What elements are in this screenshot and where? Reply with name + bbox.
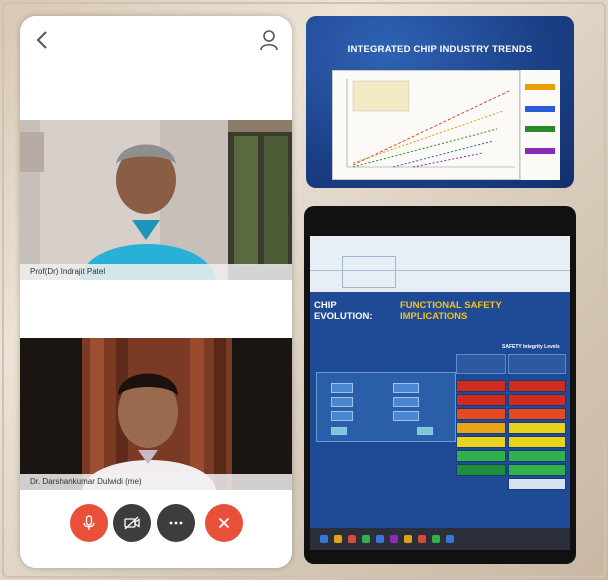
- tile-spacer: [20, 280, 292, 338]
- taskbar: [310, 528, 570, 550]
- sil-table: [456, 354, 570, 506]
- sil-cell: [508, 380, 566, 392]
- call-header: [20, 16, 292, 120]
- participant-1-video: [20, 120, 292, 280]
- diagram-block: [331, 427, 347, 435]
- diagram-block: [393, 397, 419, 407]
- sil-table-caption: SAFETY Integrity Levels: [502, 344, 560, 350]
- sil-cell: [456, 464, 506, 476]
- trend-chart-graphic: [346, 79, 515, 168]
- sil-cell: [456, 380, 506, 392]
- slide-title-part-2: FUNCTIONAL SAFETY IMPLICATIONS: [400, 300, 502, 322]
- video-tile-participant-2[interactable]: Dr. Darshankumar Dulwidi (me): [20, 338, 292, 490]
- trend-chart-legend: [520, 70, 560, 180]
- diagram-block: [331, 411, 353, 421]
- slide-title: INTEGRATED CHIP INDUSTRY TRENDS: [347, 44, 533, 55]
- participant-2-video: [20, 338, 292, 490]
- sil-cell: [456, 422, 506, 434]
- trend-chart-image: [332, 70, 520, 180]
- video-tile-participant-1[interactable]: Prof(Dr) Indrajit Patel: [20, 120, 292, 280]
- sil-cell: [508, 408, 566, 420]
- diagram-block: [331, 383, 353, 393]
- camera-icon: [124, 516, 140, 530]
- sil-col-header: [508, 354, 566, 374]
- sil-cell: [456, 436, 506, 448]
- diagram-block: [393, 383, 419, 393]
- diagram-block: [417, 427, 433, 435]
- sil-cell: [508, 450, 566, 462]
- participants-icon[interactable]: [258, 28, 280, 52]
- video-call-panel: Prof(Dr) Indrajit Patel Dr. Darshankumar…: [20, 16, 292, 568]
- sil-cell: [508, 436, 566, 448]
- sil-cell: [456, 450, 506, 462]
- system-diagram: [316, 372, 456, 442]
- taskbar-app-icon[interactable]: [404, 535, 412, 543]
- sil-cell: [508, 422, 566, 434]
- tablet-device: CHIP EVOLUTION: FUNCTIONAL SAFETY IMPLIC…: [304, 206, 576, 564]
- microphone-icon: [83, 515, 95, 530]
- taskbar-app-icon[interactable]: [334, 535, 342, 543]
- sil-col-header: [456, 354, 506, 374]
- close-icon: [218, 517, 230, 529]
- slide-chip-evolution: CHIP EVOLUTION: FUNCTIONAL SAFETY IMPLIC…: [310, 236, 570, 528]
- microphone-button[interactable]: [70, 504, 108, 542]
- more-horizontal-icon: [169, 521, 183, 525]
- call-controls: [20, 490, 292, 568]
- previous-slide-strip: [310, 236, 570, 292]
- taskbar-app-icon[interactable]: [348, 535, 356, 543]
- back-arrow-icon[interactable]: [32, 28, 52, 52]
- taskbar-app-icon[interactable]: [432, 535, 440, 543]
- sil-cell: [456, 394, 506, 406]
- end-call-button[interactable]: [205, 504, 243, 542]
- taskbar-app-icon[interactable]: [418, 535, 426, 543]
- more-options-button[interactable]: [157, 504, 195, 542]
- legend-graphic: [525, 84, 555, 154]
- slide-title-row: CHIP EVOLUTION: FUNCTIONAL SAFETY IMPLIC…: [310, 298, 570, 324]
- taskbar-app-icon[interactable]: [446, 535, 454, 543]
- strip-box: [342, 256, 396, 288]
- sil-cell: [508, 464, 566, 476]
- participant-1-name: Prof(Dr) Indrajit Patel: [20, 264, 292, 280]
- slide-title-part-1: CHIP EVOLUTION:: [314, 300, 373, 322]
- taskbar-app-icon[interactable]: [362, 535, 370, 543]
- diagram-block: [331, 397, 353, 407]
- sil-cell: [508, 394, 566, 406]
- taskbar-app-icon[interactable]: [376, 535, 384, 543]
- participant-2-name: Dr. Darshankumar Dulwidi (me): [20, 474, 292, 490]
- taskbar-app-icon[interactable]: [320, 535, 328, 543]
- taskbar-app-icon[interactable]: [390, 535, 398, 543]
- sil-cell: [508, 478, 566, 490]
- camera-button[interactable]: [113, 504, 151, 542]
- slide-chip-trends: INTEGRATED CHIP INDUSTRY TRENDS: [306, 16, 574, 188]
- diagram-block: [393, 411, 419, 421]
- sil-cell: [456, 408, 506, 420]
